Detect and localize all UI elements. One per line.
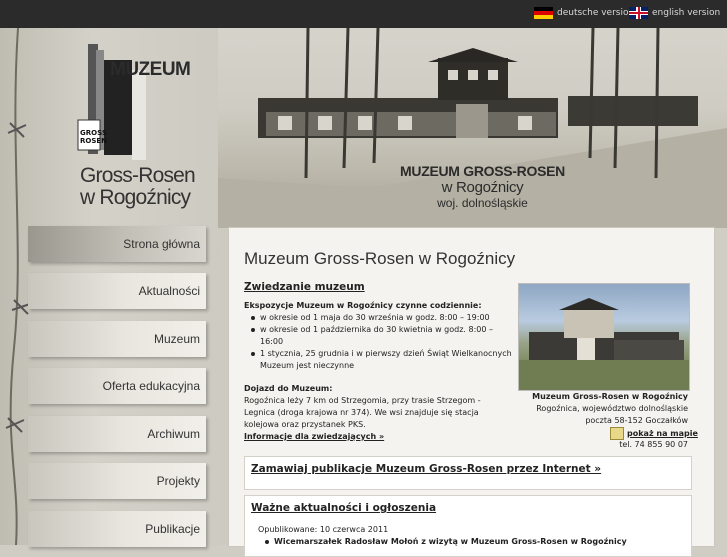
nav-item-home[interactable]: Strona główna <box>28 226 206 262</box>
header-title-line1: MUZEUM GROSS-ROSEN <box>400 163 565 179</box>
access-text: Rogoźnica leży 7 km od Strzegomia, przy … <box>244 396 481 429</box>
logo-muzeum-text: MUZEUM <box>110 59 191 80</box>
museum-building-photo <box>518 283 690 391</box>
museum-name-caption: Muzeum Gross-Rosen w Rogoźnicy <box>532 392 688 401</box>
show-on-map-link[interactable]: pokaż na mapie <box>610 427 698 440</box>
page-title: Muzeum Gross-Rosen w Rogoźnicy <box>244 249 516 268</box>
nav-item-museum[interactable]: Muzeum <box>28 321 206 357</box>
logo-gate-text-1: GROSS <box>80 129 107 137</box>
news-published-date: Opublikowane: 10 czerwca 2011 <box>258 525 389 534</box>
nav-item-education[interactable]: Oferta edukacyjna <box>28 368 206 404</box>
nav-item-publications[interactable]: Publikacje <box>28 511 206 547</box>
uk-flag-icon <box>629 7 648 19</box>
order-publications-link[interactable]: Zamawiaj publikacje Muzeum Gross-Rosen p… <box>251 463 601 475</box>
visitor-info-link[interactable]: Informacje dla zwiedzających » <box>244 431 514 443</box>
german-version-link[interactable]: deutsche version <box>534 7 634 19</box>
news-title-link[interactable]: Ważne aktualności i ogłoszenia <box>251 502 436 514</box>
german-version-label: deutsche version <box>557 8 635 18</box>
news-list: Wicemarszałek Radosław Mołoń z wizytą w … <box>258 536 627 548</box>
visit-info: Ekspozycje Muzeum w Rogoźnicy czynne cod… <box>244 300 514 443</box>
logo-line2: w Rogoźnicy <box>80 186 191 209</box>
header-camp-photo: MUZEUM GROSS-ROSEN w Rogoźnicy woj. doln… <box>218 28 727 228</box>
show-on-map-label: pokaż na mapie <box>627 429 698 438</box>
english-version-link[interactable]: english version <box>629 7 720 19</box>
opening-hours-heading: Ekspozycje Muzeum w Rogoźnicy czynne cod… <box>244 301 482 310</box>
map-icon <box>610 427 624 440</box>
header-title-line2: w Rogoźnicy <box>441 179 524 196</box>
phone-number: tel. 74 855 90 07 <box>619 440 688 449</box>
visit-museum-link[interactable]: Zwiedzanie muzeum <box>244 281 365 293</box>
address-line2: poczta 58-152 Goczałków <box>585 416 688 425</box>
list-item: w okresie od 1 maja do 30 września w god… <box>244 312 514 324</box>
nav-item-news[interactable]: Aktualności <box>28 273 206 309</box>
header-title-line3: woj. dolnośląskie <box>437 196 528 210</box>
german-flag-icon <box>534 7 553 19</box>
news-item-link[interactable]: Wicemarszałek Radosław Mołoń z wizytą w … <box>258 536 627 548</box>
nav-item-projects[interactable]: Projekty <box>28 463 206 499</box>
access-heading: Dojazd do Muzeum: <box>244 384 333 393</box>
list-item: 1 stycznia, 25 grudnia i w pierwszy dzie… <box>244 348 514 372</box>
top-bar: deutsche version english version <box>0 0 727 28</box>
nav-item-archive[interactable]: Archiwum <box>28 416 206 452</box>
logo-gate-text-2: ROSEN <box>80 137 108 145</box>
address-line1: Rogoźnica, województwo dolnośląskie <box>536 404 688 413</box>
opening-hours-list: w okresie od 1 maja do 30 września w god… <box>244 312 514 372</box>
logo-line1: Gross-Rosen <box>80 164 196 187</box>
list-item: w okresie od 1 października do 30 kwietn… <box>244 324 514 348</box>
english-version-label: english version <box>652 8 721 18</box>
